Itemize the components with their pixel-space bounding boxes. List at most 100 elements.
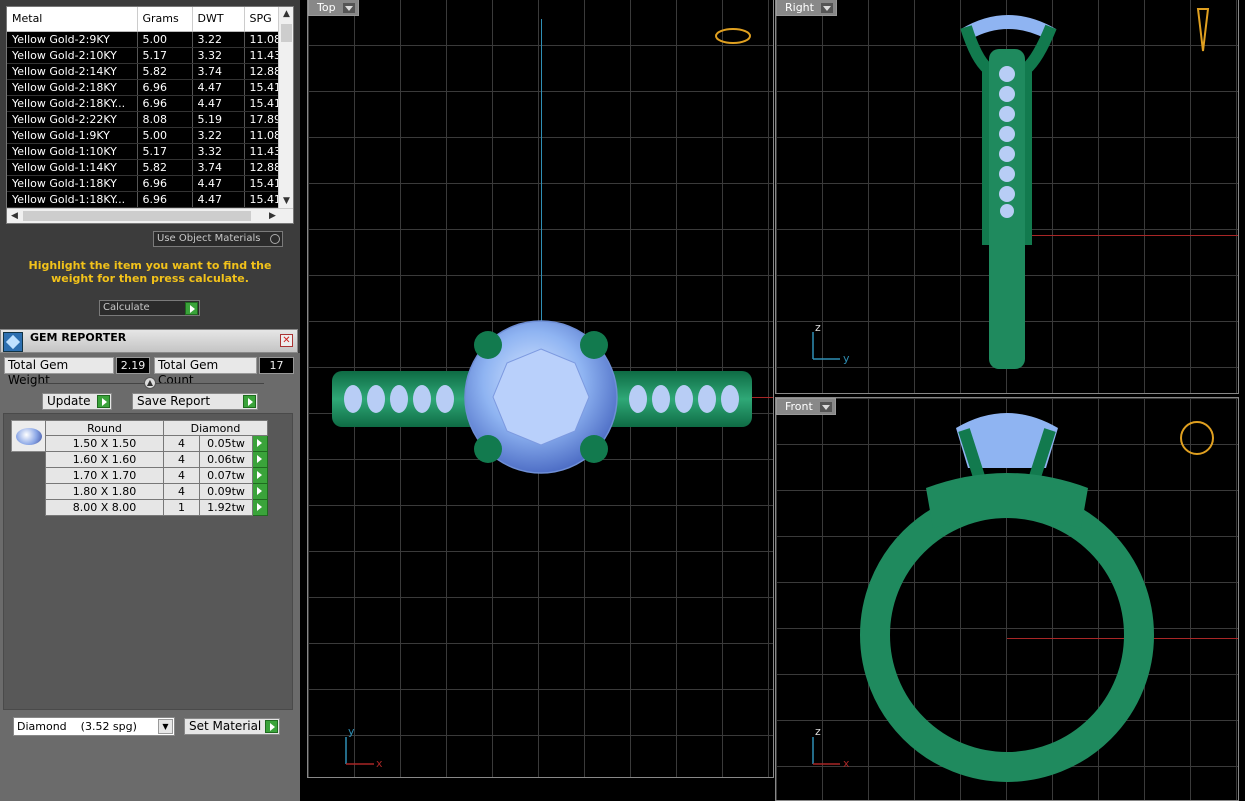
gem-row[interactable]: 1.50 X 1.50 4 0.05tw [45,435,268,452]
chevron-down-icon[interactable]: ▼ [158,719,173,734]
top-viewport[interactable]: Top y x [307,0,774,778]
gem-row[interactable]: 1.70 X 1.70 4 0.07tw [45,467,268,484]
gem-list-panel: Round Diamond 1.50 X 1.50 4 0.05tw 1.60 X 1… [3,413,293,710]
spg-cell: 11.43 [244,47,280,64]
metal-table-row[interactable]: Yellow Gold-2:14KY 5.82 3.74 12.88 [7,63,280,80]
col-spg-header[interactable]: SPG [244,7,280,32]
gem-count-cell: 4 [163,483,200,500]
metal-table-row[interactable]: Yellow Gold-1:9KY 5.00 3.22 11.08 [7,127,280,144]
col-grams-header[interactable]: Grams [137,7,193,32]
spg-cell: 12.88 [244,63,280,80]
set-material-label: Set Material [189,719,262,733]
save-report-button[interactable]: Save Report [132,393,258,410]
spg-cell: 15.41 [244,79,280,96]
grams-cell: 5.17 [137,143,193,160]
grams-cell: 5.00 [137,31,193,48]
front-viewport[interactable]: Front z x [775,397,1239,801]
hscroll-thumb[interactable] [23,211,251,221]
gem-count-cell: 4 [163,435,200,452]
gem-material-header: Diamond [163,420,268,436]
spg-cell: 11.08 [244,31,280,48]
grams-cell: 6.96 [137,79,193,96]
metal-weight-table: Metal Grams DWT SPG Yellow Gold-2:9KY 5.0… [6,6,294,224]
dwt-cell: 3.74 [192,159,245,176]
metal-table-row[interactable]: Yellow Gold-2:18KY 6.96 4.47 15.41 [7,79,280,96]
material-select[interactable]: Diamond (3.52 spg) ▼ [13,717,175,736]
close-icon[interactable]: ✕ [280,334,293,347]
metal-table-row[interactable]: Yellow Gold-2:9KY 5.00 3.22 11.08 [7,31,280,48]
scroll-right-icon[interactable]: ▶ [265,209,280,223]
round-gem-thumbnail[interactable] [11,420,47,452]
col-dwt-header[interactable]: DWT [192,7,245,32]
calculate-button[interactable]: Calculate [99,300,200,316]
gem-size-cell: 1.80 X 1.80 [45,483,164,500]
gem-row[interactable]: 1.60 X 1.60 4 0.06tw [45,451,268,468]
total-gem-weight-label: Total Gem Weight [4,357,114,387]
spg-cell: 15.41 [244,175,280,192]
collapse-up-icon[interactable]: ▲ [144,377,156,389]
dwt-cell: 3.22 [192,127,245,144]
gem-weight-cell: 0.09tw [199,483,253,500]
view-orientation-ring-icon[interactable] [1180,421,1214,455]
metal-table-row[interactable]: Yellow Gold-2:10KY 5.17 3.32 11.43 [7,47,280,64]
gem-count-cell: 4 [163,467,200,484]
use-object-materials-toggle[interactable]: Use Object Materials [153,231,283,247]
view-orientation-ring-icon[interactable] [715,28,751,44]
gem-size-cell: 8.00 X 8.00 [45,499,164,516]
play-arrow-icon[interactable] [252,435,268,452]
metal-table-hscrollbar[interactable]: ◀ ▶ [7,208,293,223]
grams-cell: 5.17 [137,47,193,64]
grams-cell: 6.96 [137,175,193,192]
prong [474,435,502,463]
grams-cell: 6.96 [137,191,193,208]
prong [580,331,608,359]
radio-circle-icon[interactable] [270,234,280,244]
axis-y-label: y [843,352,850,365]
spg-cell: 15.41 [244,191,280,208]
scroll-down-icon[interactable]: ▼ [279,194,293,209]
metal-name-cell: Yellow Gold-2:9KY [7,31,138,48]
metal-table-row[interactable]: Yellow Gold-2:18KY... 6.96 4.47 15.41 [7,95,280,112]
ring-right-view: z y [812,8,1210,369]
play-arrow-icon[interactable] [252,483,268,500]
gem-size-cell: 1.70 X 1.70 [45,467,164,484]
gem-row[interactable]: 8.00 X 8.00 1 1.92tw [45,499,268,516]
metal-table-row[interactable]: Yellow Gold-1:10KY 5.17 3.32 11.43 [7,143,280,160]
scroll-left-icon[interactable]: ◀ [7,209,22,223]
metal-table-row[interactable]: Yellow Gold-1:18KY... 6.96 4.47 15.41 [7,191,280,208]
view-orientation-cone-icon[interactable] [1196,8,1210,52]
grams-cell: 5.82 [137,63,193,80]
diamond-shape-icon [16,428,42,445]
set-material-button[interactable]: Set Material [184,718,280,735]
scroll-up-icon[interactable]: ▲ [279,7,293,22]
gem-size-cell: 1.50 X 1.50 [45,435,164,452]
metal-name-cell: Yellow Gold-1:14KY [7,159,138,176]
play-arrow-icon[interactable] [252,451,268,468]
dwt-cell: 4.47 [192,79,245,96]
prong [474,331,502,359]
update-button[interactable]: Update [42,393,112,410]
metal-table-row[interactable]: Yellow Gold-1:14KY 5.82 3.74 12.88 [7,159,280,176]
play-arrow-icon[interactable] [252,467,268,484]
left-panel: Metal Grams DWT SPG Yellow Gold-2:9KY 5.0… [0,0,300,801]
metal-name-cell: Yellow Gold-1:18KY [7,175,138,192]
save-report-label: Save Report [137,394,211,408]
highlight-instruction: Highlight the item you want to find the … [28,259,272,285]
metal-table-vscrollbar[interactable]: ▲ ▼ [278,7,293,209]
col-metal-header[interactable]: Metal [7,7,138,32]
use-object-materials-label: Use Object Materials [157,233,261,244]
metal-name-cell: Yellow Gold-2:18KY [7,79,138,96]
dwt-cell: 4.47 [192,191,245,208]
vscroll-thumb[interactable] [281,24,292,42]
update-label: Update [47,394,91,408]
play-arrow-icon[interactable] [252,499,268,516]
gem-reporter-logo-icon [3,332,23,352]
calculate-label: Calculate [103,302,150,313]
right-viewport[interactable]: Right z y [775,0,1239,394]
grams-cell: 8.08 [137,111,193,128]
metal-table-row[interactable]: Yellow Gold-1:18KY 6.96 4.47 15.41 [7,175,280,192]
metal-table-row[interactable]: Yellow Gold-2:22KY 8.08 5.19 17.89 [7,111,280,128]
play-arrow-icon [243,395,256,408]
dwt-cell: 4.47 [192,95,245,112]
gem-row[interactable]: 1.80 X 1.80 4 0.09tw [45,483,268,500]
